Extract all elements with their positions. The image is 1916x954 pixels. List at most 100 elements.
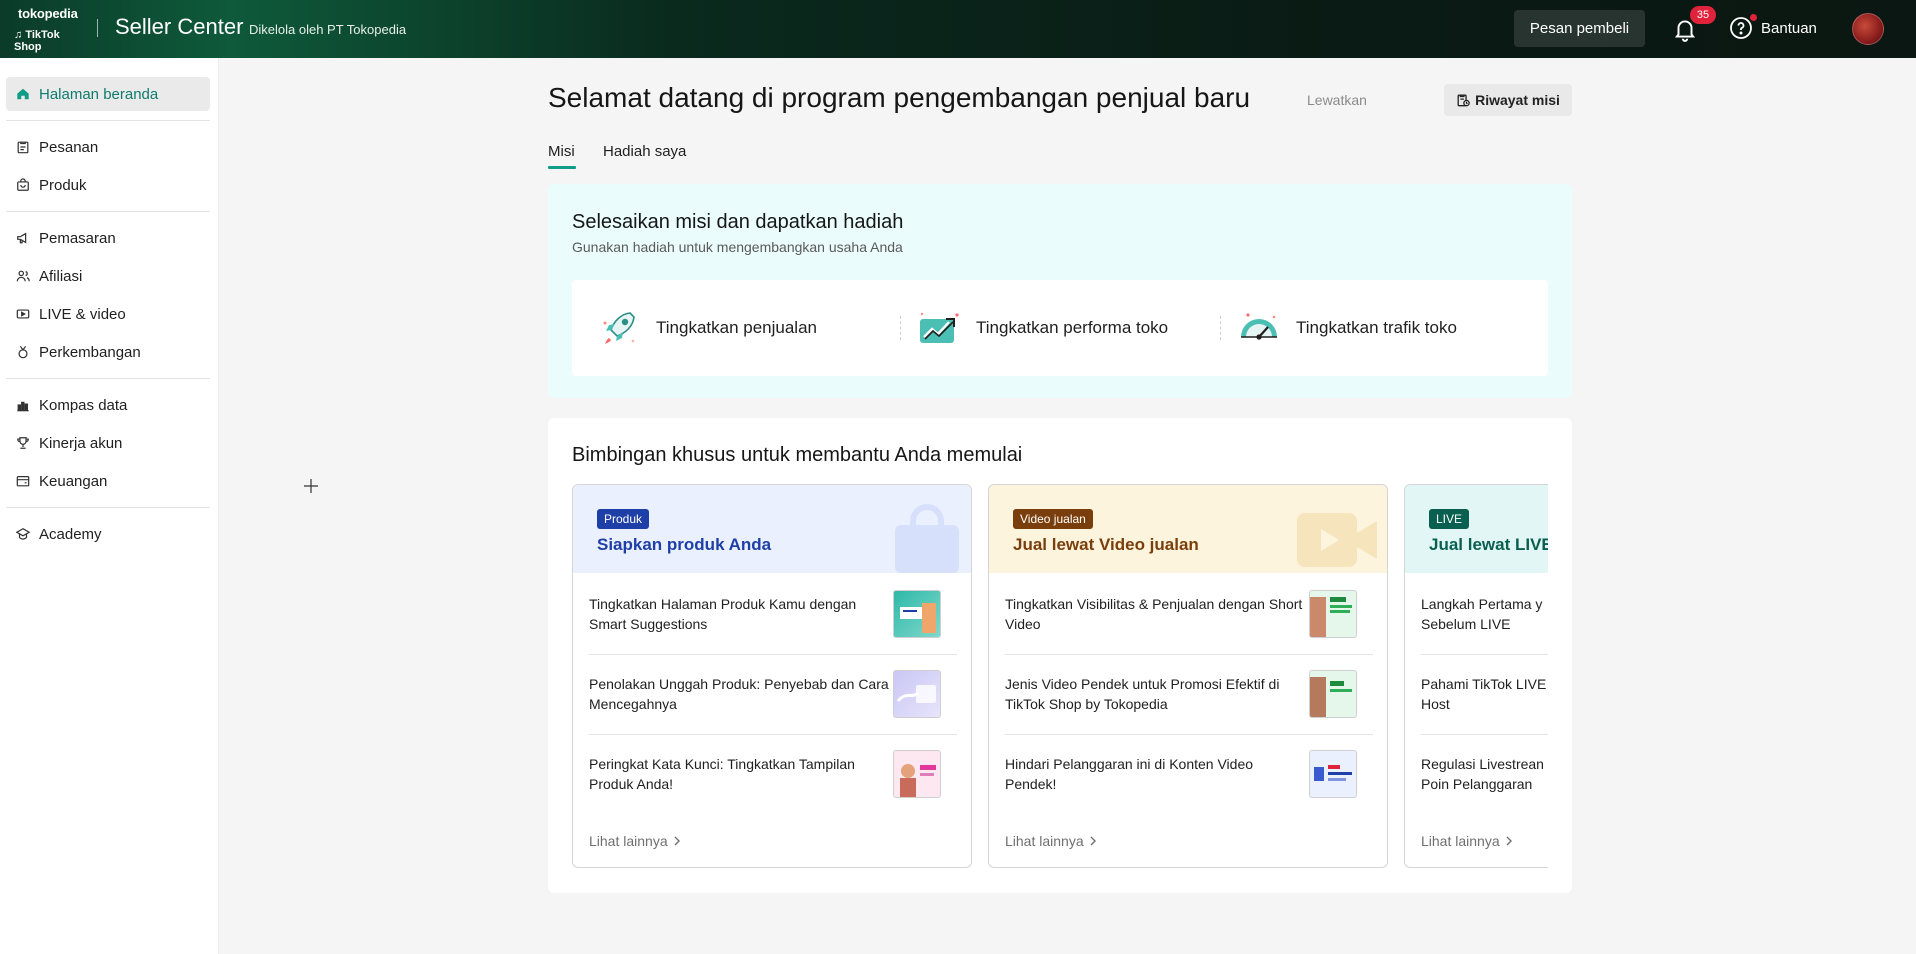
mission-store-performance[interactable]: Tingkatkan performa toko: [916, 280, 1168, 376]
logo-tokopedia: tokopedia: [18, 6, 78, 21]
guide-article[interactable]: Tingkatkan Visibilitas & Penjualan denga…: [1005, 574, 1373, 654]
mission-label: Tingkatkan trafik toko: [1296, 318, 1457, 337]
help-icon[interactable]: [1729, 16, 1753, 40]
sidebar-item-home[interactable]: Halaman beranda: [6, 77, 210, 111]
tab-missions[interactable]: Misi: [548, 143, 575, 160]
mission-label: Tingkatkan penjualan: [656, 318, 817, 337]
wallet-icon: [15, 473, 31, 489]
clipboard-history-icon: [1457, 94, 1470, 107]
crosshair-cursor-icon: [304, 479, 318, 493]
sidebar-item-affiliate[interactable]: Afiliasi: [6, 259, 210, 293]
brand-title[interactable]: Seller Center: [115, 14, 243, 40]
sidebar-divider: [6, 507, 210, 508]
sidebar-item-label: Perkembangan: [39, 343, 141, 361]
academy-icon: [15, 526, 31, 542]
mission-history-label: Riwayat misi: [1475, 92, 1560, 108]
guide-article[interactable]: Regulasi Livestrean Poin Pelanggaran: [1421, 734, 1548, 814]
trend-chart-icon: [920, 312, 959, 343]
guide-card-live: LIVE Jual lewat LIVE Langkah Pertama y S…: [1404, 484, 1548, 868]
sidebar-item-label: Halaman beranda: [39, 85, 159, 103]
sidebar-item-growth[interactable]: Perkembangan: [6, 335, 210, 369]
guide-card-sales-video: Video jualan Jual lewat Video jualan Tin…: [988, 484, 1388, 868]
trophy-icon: [15, 435, 31, 451]
article-thumbnail: [1309, 590, 1357, 638]
mission-divider: [1220, 316, 1221, 340]
guide-article[interactable]: Tingkatkan Halaman Produk Kamu dengan Sm…: [589, 574, 957, 654]
guide-article-title: Regulasi Livestrean Poin Pelanggaran: [1421, 756, 1544, 792]
skip-link[interactable]: Lewatkan: [1307, 92, 1367, 108]
mission-label: Tingkatkan performa toko: [976, 318, 1169, 337]
guide-card-tag: Video jualan: [1013, 509, 1093, 529]
video-camera-icon: [1297, 513, 1377, 567]
mission-history-button[interactable]: Riwayat misi: [1444, 84, 1572, 116]
sidebar-item-label: Pemasaran: [39, 229, 116, 247]
see-more-link[interactable]: Lihat lainnya: [1421, 833, 1513, 849]
affiliate-icon: [15, 268, 31, 284]
missions-title: Selesaikan misi dan dapatkan hadiah: [572, 211, 904, 233]
mission-store-traffic[interactable]: Tingkatkan trafik toko: [1236, 280, 1457, 376]
sidebar-item-finance[interactable]: Keuangan: [6, 464, 210, 498]
guide-article-title: Tingkatkan Visibilitas & Penjualan denga…: [1005, 596, 1303, 632]
guide-article[interactable]: Jenis Video Pendek untuk Promosi Efektif…: [1005, 654, 1373, 734]
mission-divider: [900, 316, 901, 340]
sidebar-item-account-performance[interactable]: Kinerja akun: [6, 426, 210, 460]
sidebar-item-label: Kinerja akun: [39, 434, 123, 452]
article-thumbnail: [1309, 750, 1357, 798]
sidebar-item-marketing[interactable]: Pemasaran: [6, 221, 210, 255]
guides-carousel[interactable]: Produk Siapkan produk Anda Tingkatkan Ha…: [572, 484, 1548, 870]
guide-article-title: Pahami TikTok LIVE Host: [1421, 676, 1547, 712]
guide-article[interactable]: Langkah Pertama y Sebelum LIVE: [1421, 574, 1548, 654]
data-compass-icon: [15, 397, 31, 413]
sidebar-divider: [6, 378, 210, 379]
page-title: Selamat datang di program pengembangan p…: [548, 82, 1251, 113]
guide-card-title[interactable]: Jual lewat Video jualan: [1013, 535, 1199, 555]
guide-article-title: Hindari Pelanggaran ini di Konten Video …: [1005, 756, 1254, 792]
sidebar-item-label: Kompas data: [39, 396, 128, 414]
guide-card-title[interactable]: Jual lewat LIVE: [1429, 535, 1548, 555]
see-more-link[interactable]: Lihat lainnya: [589, 833, 681, 849]
article-thumbnail: [893, 590, 941, 638]
sidebar-item-live-video[interactable]: LIVE & video: [6, 297, 210, 331]
sidebar-item-label: Pesanan: [39, 138, 99, 156]
guide-article-title: Jenis Video Pendek untuk Promosi Efektif…: [1005, 676, 1280, 712]
article-thumbnail: [1309, 670, 1357, 718]
guide-article-title: Penolakan Unggah Produk: Penyebab dan Ca…: [589, 676, 889, 712]
guide-card-tag: LIVE: [1429, 509, 1470, 529]
sidebar-item-label: Keuangan: [39, 472, 108, 490]
speedometer-icon: [1241, 313, 1277, 340]
buyer-messages-button[interactable]: Pesan pembeli: [1514, 10, 1645, 47]
live-video-icon: [15, 306, 31, 322]
megaphone-icon: [15, 230, 31, 246]
mission-categories: Tingkatkan penjualan Tingkatkan performa…: [572, 280, 1548, 376]
guides-title: Bimbingan khusus untuk membantu Anda mem…: [572, 444, 1023, 466]
sidebar-item-data-compass[interactable]: Kompas data: [6, 388, 210, 422]
mission-increase-sales[interactable]: Tingkatkan penjualan: [596, 280, 817, 376]
help-link[interactable]: Bantuan: [1761, 20, 1817, 37]
guide-article[interactable]: Peringkat Kata Kunci: Tingkatkan Tampila…: [589, 734, 957, 814]
guide-article[interactable]: Hindari Pelanggaran ini di Konten Video …: [1005, 734, 1373, 814]
avatar[interactable]: [1852, 13, 1884, 45]
guide-card-header: Video jualan Jual lewat Video jualan: [989, 485, 1387, 573]
tab-my-rewards[interactable]: Hadiah saya: [603, 143, 686, 160]
sidebar-item-label: Afiliasi: [39, 267, 83, 285]
sidebar-item-orders[interactable]: Pesanan: [6, 130, 210, 164]
guide-card-title[interactable]: Siapkan produk Anda: [597, 535, 771, 555]
see-more-link[interactable]: Lihat lainnya: [1005, 833, 1097, 849]
home-icon: [15, 86, 31, 102]
sidebar-item-label: LIVE & video: [39, 305, 126, 323]
sidebar-item-products[interactable]: Produk: [6, 168, 210, 202]
managed-by-text: Dikelola oleh PT Tokopedia: [249, 22, 407, 37]
sidebar-divider: [6, 120, 210, 121]
sidebar: Halaman beranda Pesanan Produk Pemasaran…: [0, 58, 219, 954]
help-alert-dot: [1750, 14, 1757, 21]
guide-article[interactable]: Penolakan Unggah Produk: Penyebab dan Ca…: [589, 654, 957, 734]
growth-icon: [15, 344, 31, 360]
shopping-bag-icon: [895, 504, 959, 573]
sidebar-item-academy[interactable]: Academy: [6, 517, 210, 551]
rocket-icon: [603, 312, 635, 344]
guide-article[interactable]: Pahami TikTok LIVE Host: [1421, 654, 1548, 734]
notification-badge: 35: [1690, 6, 1716, 24]
article-thumbnail: [893, 670, 941, 718]
sidebar-divider: [6, 211, 210, 212]
tokopedia-tiktok-logo[interactable]: tokopedia ♫ TikTok Shop: [14, 6, 86, 53]
